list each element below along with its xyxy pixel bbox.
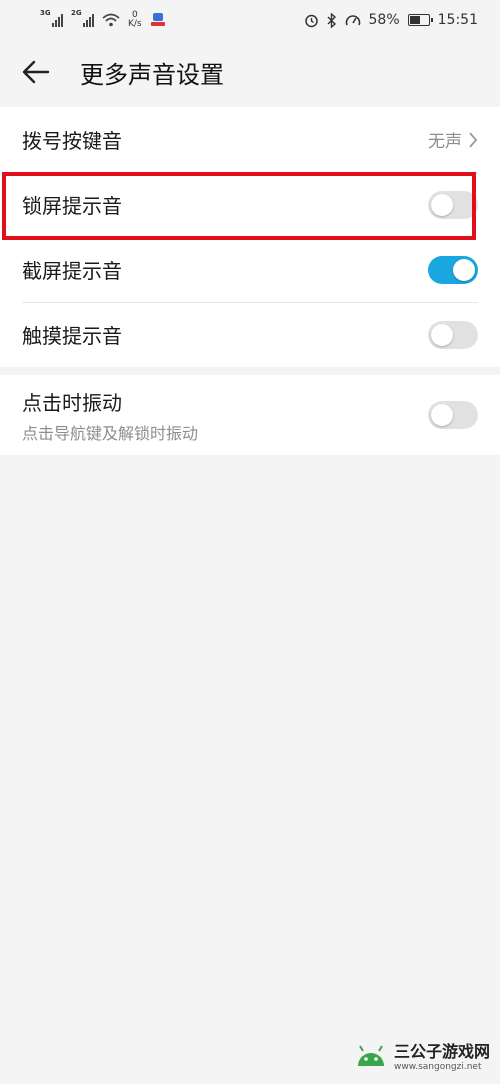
watermark-url: www.sangongzi.net <box>393 1062 482 1072</box>
page-title: 更多声音设置 <box>80 60 224 89</box>
toggle-knob <box>431 404 453 426</box>
touch-sound-toggle[interactable] <box>428 320 478 349</box>
sound-settings-group: 拨号按键音 无声 锁屏提示音 截屏提示音 触摸提示音 <box>0 107 500 367</box>
screenshot-sound-label: 截屏提示音 <box>22 259 122 283</box>
dial-pad-tone-value: 无声 <box>428 132 462 152</box>
toggle-knob <box>431 193 453 216</box>
dial-pad-tone-value-wrap: 无声 <box>428 127 478 152</box>
battery-icon <box>407 14 433 26</box>
signal-icon: 3G <box>40 9 63 27</box>
touch-sound-row: 触摸提示音 <box>0 302 500 367</box>
toggle-knob <box>453 258 475 281</box>
touch-vibration-toggle[interactable] <box>428 401 478 429</box>
toggle-knob <box>431 323 453 346</box>
screenshot-sound-toggle[interactable] <box>428 255 478 284</box>
wifi-icon <box>102 13 120 27</box>
watermark-text: 三公子游戏网 www.sangongzi.net <box>394 1038 490 1072</box>
android-logo-icon <box>357 1045 384 1066</box>
touch-vibration-row: 点击时振动 点击导航键及解锁时振动 <box>0 375 500 455</box>
app-bar: 更多声音设置 <box>0 40 500 104</box>
bluetooth-icon <box>327 12 336 28</box>
touch-vibration-texts: 点击时振动 点击导航键及解锁时振动 <box>22 387 198 444</box>
chevron-right-icon <box>469 131 478 148</box>
vibration-group: 点击时振动 点击导航键及解锁时振动 <box>0 375 500 455</box>
touch-sound-label: 触摸提示音 <box>22 324 122 348</box>
screenshot-sound-row: 截屏提示音 <box>0 237 500 302</box>
status-left: 3G 2G 0 K/s <box>40 9 166 29</box>
network-type: 2G <box>71 9 82 17</box>
back-button[interactable] <box>0 40 80 104</box>
lock-screen-sound-label: 锁屏提示音 <box>22 194 122 218</box>
touch-vibration-label: 点击时振动 <box>22 390 122 415</box>
lock-screen-sound-row: 锁屏提示音 <box>0 172 500 237</box>
watermark: 三公子游戏网 www.sangongzi.net <box>354 1038 490 1072</box>
alarm-icon <box>304 14 318 27</box>
lock-screen-sound-toggle[interactable] <box>428 190 478 219</box>
network-type: 3G <box>40 9 51 17</box>
status-bar: 3G 2G 0 K/s 58% 15:51 <box>0 0 500 40</box>
network-speed: 0 K/s <box>128 11 142 29</box>
touch-vibration-description: 点击导航键及解锁时振动 <box>22 423 199 443</box>
dial-pad-tone-label: 拨号按键音 <box>22 129 122 153</box>
watermark-title: 三公子游戏网 <box>393 1042 490 1061</box>
signal-icon: 2G <box>71 9 94 27</box>
arrow-left-icon <box>22 60 50 84</box>
status-right: 58% 15:51 <box>304 12 478 28</box>
data-saver-icon <box>345 14 360 25</box>
app-notification-icon <box>150 13 165 26</box>
speed-unit: K/s <box>128 19 142 29</box>
clock: 15:51 <box>437 12 478 28</box>
battery-percent: 58% <box>368 12 400 28</box>
dial-pad-tone-row[interactable]: 拨号按键音 无声 <box>0 107 500 172</box>
